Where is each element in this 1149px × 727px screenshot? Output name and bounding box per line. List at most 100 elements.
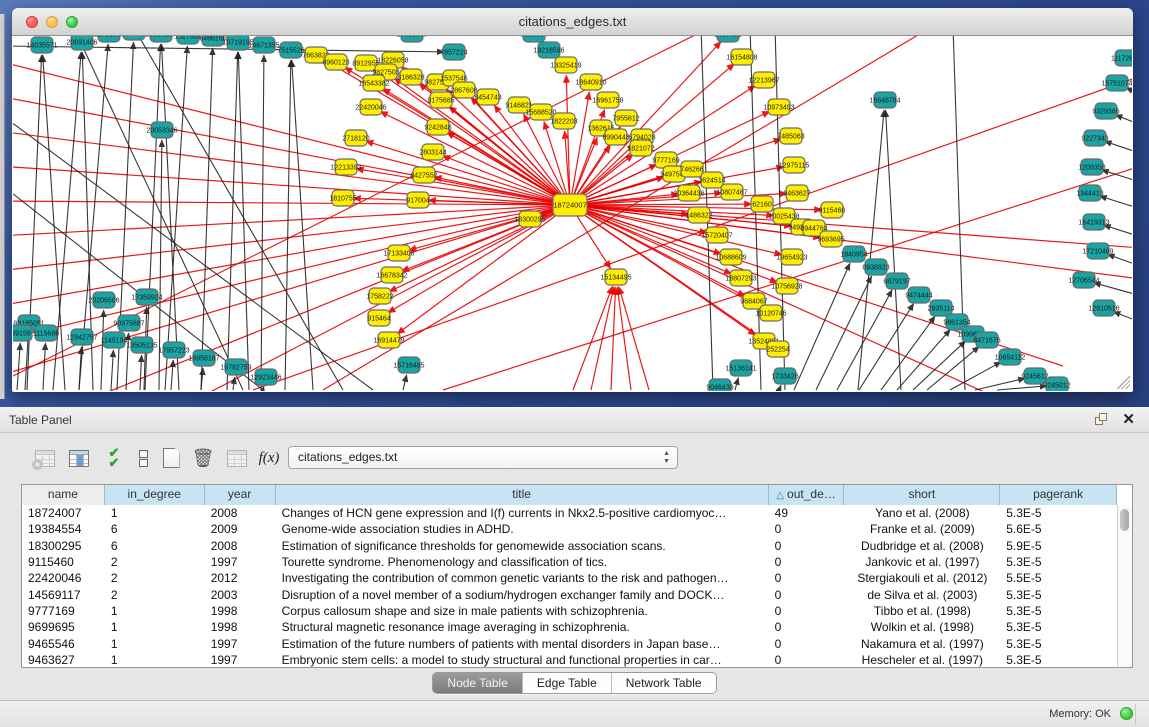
graph-node[interactable]: 9046439 bbox=[706, 379, 733, 391]
graph-node[interactable]: 12213393 bbox=[330, 159, 361, 175]
table-row[interactable]: 911546021997Tourette syndrome. Phenomeno… bbox=[22, 554, 1117, 570]
graph-node[interactable]: 12213967 bbox=[748, 72, 779, 88]
graph-node[interactable]: 10973493 bbox=[763, 99, 794, 115]
graph-node[interactable]: 20053346 bbox=[146, 122, 177, 138]
table-row[interactable]: 1872400712008Changes of HCN gene express… bbox=[22, 505, 1117, 521]
graph-node[interactable]: 12739506 bbox=[93, 36, 124, 42]
graph-node[interactable]: 16648784 bbox=[869, 92, 900, 108]
table-settings-button[interactable] bbox=[32, 445, 58, 471]
graph-node[interactable]: 1840954 bbox=[840, 246, 867, 262]
graph-node[interactable]: 8960123 bbox=[322, 54, 349, 70]
table-row[interactable]: 977716911998Corpus callosum shape and si… bbox=[22, 603, 1117, 619]
graph-node[interactable]: 10756928 bbox=[771, 278, 802, 294]
unselect-all-columns-button[interactable] bbox=[130, 445, 156, 471]
graph-node[interactable]: 14035571 bbox=[26, 37, 57, 53]
graph-node[interactable]: 8186328 bbox=[397, 69, 424, 85]
graph-node[interactable]: 17133408 bbox=[383, 245, 414, 261]
graph-node[interactable]: 17359924 bbox=[131, 289, 162, 305]
graph-node[interactable]: 8813054 bbox=[520, 36, 547, 42]
scrollbar-thumb[interactable] bbox=[1120, 509, 1129, 531]
graph-node[interactable]: 1733426 bbox=[771, 368, 798, 384]
graph-node[interactable]: 1145194 bbox=[101, 332, 128, 348]
table-row[interactable]: 946554611997Estimation of the future num… bbox=[22, 635, 1117, 651]
graph-node[interactable]: 19218596 bbox=[533, 42, 564, 58]
graph-node[interactable]: 252254 bbox=[766, 341, 789, 357]
graph-node[interactable]: 39159 bbox=[13, 325, 32, 341]
graph-node[interactable]: 18724007 bbox=[553, 194, 587, 216]
graph-node[interactable]: 2087682 bbox=[714, 36, 741, 42]
graph-node[interactable]: 9227343 bbox=[1081, 130, 1108, 146]
graph-node[interactable]: 13325419 bbox=[550, 57, 581, 73]
graph-node[interactable]: 90975887 bbox=[113, 315, 144, 331]
graph-node[interactable]: 9474444 bbox=[905, 287, 932, 303]
graph-node[interactable]: 2718120 bbox=[342, 130, 369, 146]
select-all-columns-button[interactable]: ✔✔ bbox=[100, 445, 126, 471]
close-panel-icon[interactable]: ✕ bbox=[1122, 410, 1135, 428]
table-row[interactable]: 1456911722003Disruption of a novel membe… bbox=[22, 586, 1117, 602]
graph-node[interactable]: 13505135 bbox=[126, 337, 157, 353]
graph-node[interactable]: 12942757 bbox=[66, 329, 97, 345]
graph-node[interactable]: 12923446 bbox=[250, 369, 281, 385]
table-row[interactable]: 1938455462009Genome-wide association stu… bbox=[22, 521, 1117, 537]
graph-node[interactable]: 1344413 bbox=[1076, 185, 1103, 201]
graph-node[interactable]: 22420046 bbox=[355, 99, 386, 115]
graph-node[interactable]: 11172864 bbox=[1111, 50, 1132, 66]
graph-node[interactable]: 9245012 bbox=[1043, 377, 1070, 391]
import-table-button[interactable] bbox=[224, 445, 250, 471]
column-header-in_degree[interactable]: in_degree bbox=[105, 485, 205, 505]
graph-node[interactable]: 8471676 bbox=[973, 332, 1000, 348]
graph-node[interactable]: 16961758 bbox=[592, 92, 623, 108]
graph-node[interactable]: 8454743 bbox=[474, 89, 501, 105]
graph-node[interactable]: 16419313 bbox=[1078, 214, 1109, 230]
graph-node[interactable]: 7955812 bbox=[612, 110, 639, 126]
graph-node[interactable]: 1821072 bbox=[627, 140, 654, 156]
graph-node[interactable]: 9115460 bbox=[819, 202, 846, 218]
graph-node[interactable]: 16914479 bbox=[373, 332, 404, 348]
graph-node[interactable]: 1527602 bbox=[174, 36, 201, 44]
column-header-short[interactable]: short bbox=[844, 485, 1000, 505]
vertical-scrollbar[interactable] bbox=[1117, 505, 1132, 667]
function-builder-button[interactable]: f(x) bbox=[256, 445, 282, 471]
graph-node[interactable]: 1810755 bbox=[329, 190, 356, 206]
graph-node[interactable]: 10120746 bbox=[755, 305, 786, 321]
graph-node[interactable]: 8990448 bbox=[602, 129, 629, 145]
graph-node[interactable]: 746266 bbox=[680, 161, 703, 177]
graph-node[interactable]: 7857224 bbox=[440, 44, 467, 60]
graph-node[interactable]: 915464 bbox=[367, 310, 390, 326]
graph-node[interactable]: 17957223 bbox=[158, 342, 189, 358]
graph-node[interactable]: 18807293 bbox=[725, 270, 756, 286]
graph-node[interactable]: 9242848 bbox=[424, 119, 451, 135]
graph-node[interactable]: 2803144 bbox=[419, 144, 446, 160]
graph-node[interactable]: 16543382 bbox=[358, 75, 389, 91]
graph-node[interactable]: 16678342 bbox=[376, 267, 407, 283]
network-canvas[interactable]: 1403557120691406127395061055328710653287… bbox=[13, 36, 1132, 391]
graph-node[interactable]: 18300295 bbox=[514, 211, 545, 227]
graph-node[interactable]: 19654923 bbox=[776, 249, 807, 265]
graph-node[interactable]: 1758222 bbox=[366, 288, 393, 304]
graph-node[interactable]: 917004 bbox=[406, 192, 429, 208]
graph-node[interactable]: 15134495 bbox=[600, 269, 631, 285]
window-titlebar[interactable]: citations_edges.txt bbox=[12, 8, 1133, 36]
tab-network-table[interactable]: Network Table bbox=[612, 673, 716, 693]
graph-node[interactable]: 12706544 bbox=[1068, 272, 1099, 288]
graph-node[interactable]: 16782759 bbox=[220, 359, 251, 375]
graph-node[interactable]: 12975115 bbox=[779, 157, 810, 173]
graph-node[interactable]: 9329366 bbox=[1092, 103, 1119, 119]
graph-node[interactable]: 10688609 bbox=[715, 249, 746, 265]
float-panel-icon[interactable] bbox=[1095, 413, 1109, 427]
graph-node[interactable]: 18640910 bbox=[575, 74, 606, 90]
column-header-out_de[interactable]: △out_de… bbox=[769, 485, 845, 505]
graph-node[interactable]: 9693695 bbox=[817, 231, 844, 247]
graph-node[interactable]: 15136141 bbox=[725, 360, 756, 376]
graph-node[interactable]: 6879197 bbox=[883, 273, 910, 289]
graph-node[interactable]: 13958167 bbox=[188, 350, 219, 366]
window-resize-grip[interactable] bbox=[1117, 376, 1130, 389]
table-row[interactable]: 946362711997Embryonic stem cells: a mode… bbox=[22, 652, 1117, 667]
column-header-name[interactable]: name bbox=[22, 485, 105, 505]
table-row[interactable]: 2242004622012Investigating the contribut… bbox=[22, 570, 1117, 586]
graph-node[interactable]: 9175685 bbox=[427, 92, 454, 108]
graph-node[interactable]: 15751074 bbox=[1101, 75, 1132, 91]
graph-node[interactable]: 10807487 bbox=[716, 184, 747, 200]
column-header-pagerank[interactable]: pagerank bbox=[1000, 485, 1117, 505]
table-row[interactable]: 1830029562008Estimation of significance … bbox=[22, 538, 1117, 554]
